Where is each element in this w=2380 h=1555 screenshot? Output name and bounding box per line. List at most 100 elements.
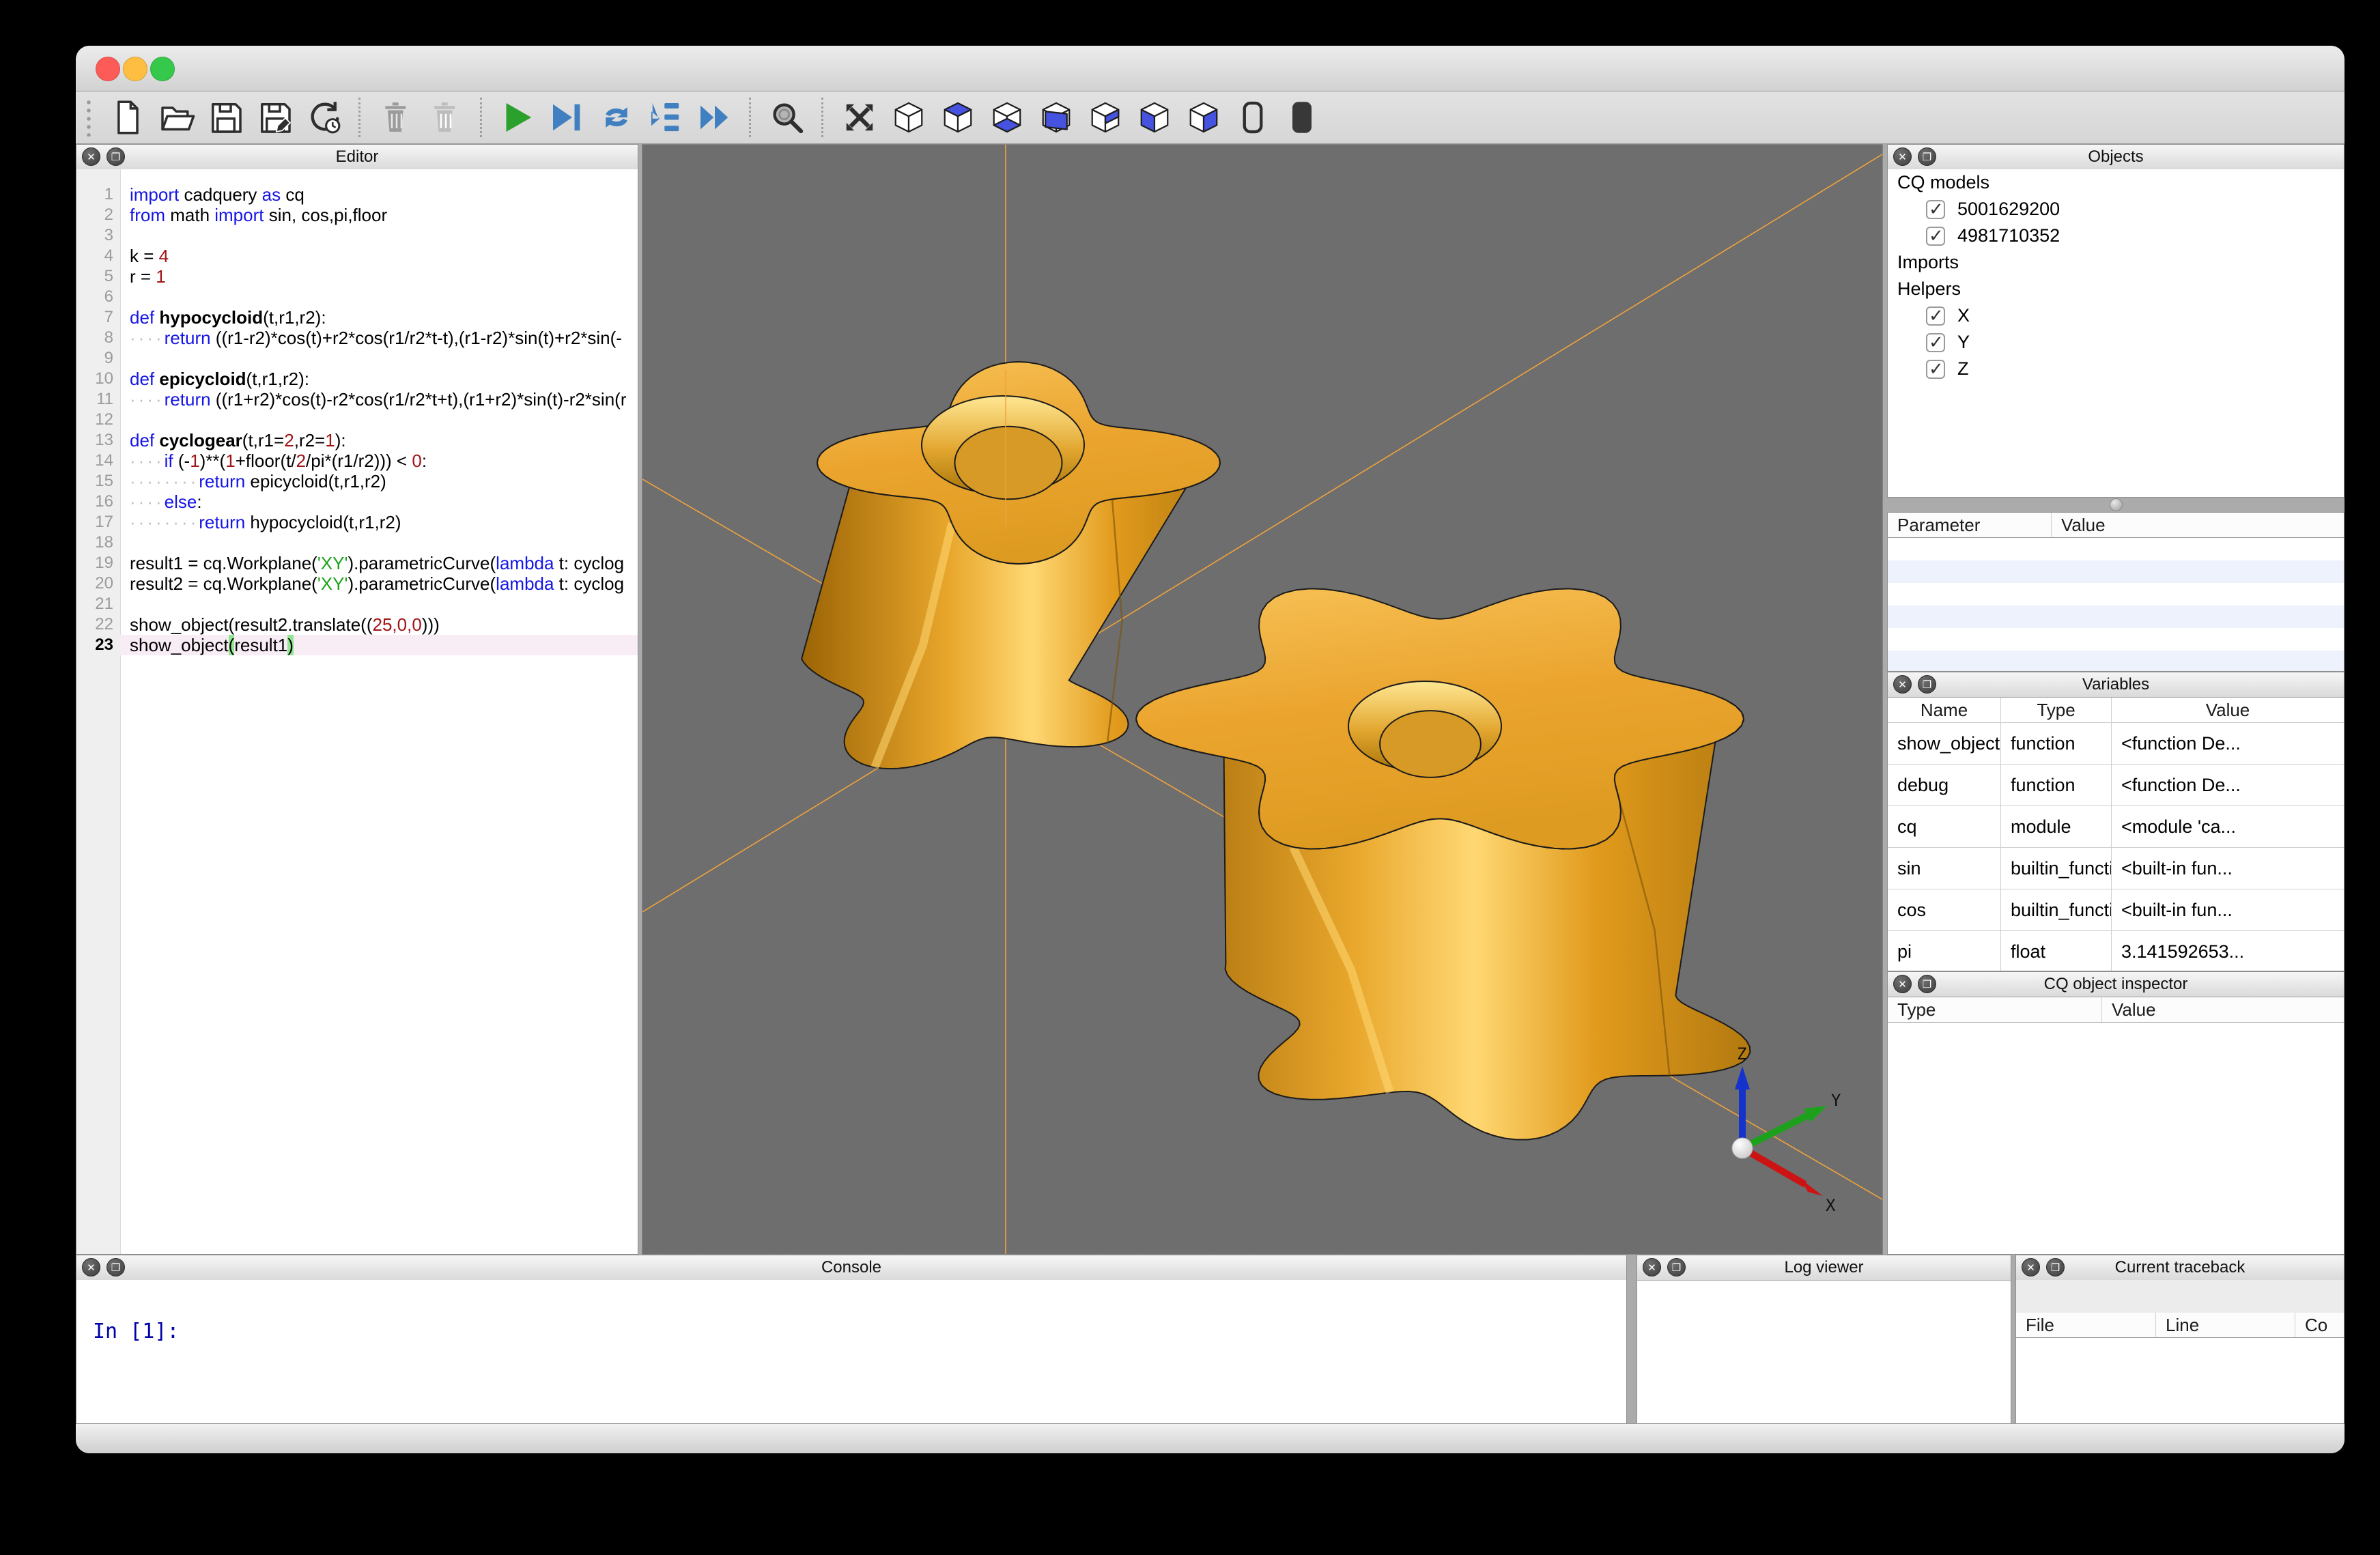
float-panel-icon[interactable]: ❐ <box>1667 1258 1686 1276</box>
float-panel-icon[interactable]: ❐ <box>2046 1258 2065 1276</box>
delete-all-button[interactable] <box>425 96 467 139</box>
view-bottom-button[interactable] <box>986 96 1028 139</box>
column-header[interactable]: Type <box>1888 997 2102 1022</box>
column-header[interactable]: Co <box>2295 1313 2344 1337</box>
new-file-button[interactable] <box>107 96 149 139</box>
view-iso-button[interactable] <box>888 96 930 139</box>
objects-tree[interactable]: CQ models50016292004981710352ImportsHelp… <box>1888 169 2344 497</box>
save-as-button[interactable] <box>254 96 296 139</box>
line-number: 18 <box>76 532 120 553</box>
table-row[interactable]: debugfunction<function De... <box>1888 765 2344 806</box>
visibility-checkbox[interactable] <box>1926 360 1945 379</box>
code-line: 12 <box>76 410 638 430</box>
status-bar <box>76 1423 2344 1453</box>
delete-model-button[interactable] <box>376 96 418 139</box>
line-number: 6 <box>76 287 120 307</box>
traceback-panel-titlebar: ✕ ❐ Current traceback <box>2016 1255 2344 1281</box>
close-panel-icon[interactable]: ✕ <box>1893 147 1912 166</box>
column-header[interactable]: Name <box>1888 698 2001 722</box>
close-window-button[interactable] <box>96 57 120 81</box>
table-row[interactable]: cqmodule<module 'ca... <box>1888 806 2344 848</box>
table-row <box>1888 651 2344 672</box>
zoom-window-button[interactable] <box>150 57 175 81</box>
console-panel-titlebar: ✕ ❐ Console <box>76 1255 1626 1281</box>
minimize-window-button[interactable] <box>123 57 147 81</box>
traceback-toolbar-area <box>2016 1280 2344 1313</box>
float-panel-icon[interactable]: ❐ <box>1918 147 1936 166</box>
close-panel-icon[interactable]: ✕ <box>2022 1258 2040 1276</box>
toolbar-drag-handle[interactable] <box>85 98 92 137</box>
code-line: 8····return ((r1-r2)*cos(t)+r2*cos(r1/r2… <box>76 328 638 348</box>
table-row[interactable]: sinbuiltin_functi...<built-in fun... <box>1888 848 2344 889</box>
tree-item[interactable]: Helpers <box>1888 276 2344 302</box>
open-file-button[interactable] <box>156 96 198 139</box>
column-header[interactable]: Value <box>2052 513 2344 537</box>
parameters-header: Parameter Value <box>1888 513 2344 538</box>
view-left-button[interactable] <box>1133 96 1176 139</box>
tree-item[interactable]: 5001629200 <box>1888 196 2344 223</box>
table-row[interactable]: pifloat3.141592653... <box>1888 931 2344 971</box>
svg-text:X: X <box>1826 1196 1836 1215</box>
fit-view-button[interactable] <box>766 96 808 139</box>
tree-item[interactable]: Z <box>1888 356 2344 382</box>
column-header[interactable]: File <box>2016 1313 2156 1337</box>
reload-button[interactable] <box>303 96 345 139</box>
code-line: 10def epicycloid(t,r1,r2): <box>76 369 638 389</box>
parameters-rows <box>1888 538 2344 672</box>
code-line: 19result1 = cq.Workplane('XY').parametri… <box>76 553 638 573</box>
table-row[interactable]: cosbuiltin_functi...<built-in fun... <box>1888 889 2344 931</box>
visibility-checkbox[interactable] <box>1926 200 1945 219</box>
view-shaded-button[interactable] <box>1281 96 1323 139</box>
column-header[interactable]: Line <box>2156 1313 2295 1337</box>
view-right-button[interactable] <box>1182 96 1225 139</box>
window-titlebar[interactable] <box>76 46 2344 91</box>
continue-button[interactable] <box>694 96 736 139</box>
visibility-checkbox[interactable] <box>1926 306 1945 326</box>
step-into-button[interactable] <box>644 96 687 139</box>
code-lines: 1import cadquery as cq2from math import … <box>76 184 638 655</box>
code-line: 7def hypocycloid(t,r1,r2): <box>76 307 638 328</box>
view-back-button[interactable] <box>1084 96 1127 139</box>
column-header[interactable]: Value <box>2102 997 2344 1022</box>
float-panel-icon[interactable]: ❐ <box>107 1258 125 1276</box>
close-panel-icon[interactable]: ✕ <box>82 1258 100 1276</box>
float-panel-icon[interactable]: ❐ <box>107 147 125 166</box>
line-number: 21 <box>76 594 120 614</box>
debug-button[interactable] <box>546 96 589 139</box>
toolbar-separator <box>821 98 825 137</box>
column-header[interactable]: Type <box>2001 698 2112 722</box>
tree-item[interactable]: Y <box>1888 329 2344 356</box>
close-panel-icon[interactable]: ✕ <box>1893 975 1912 993</box>
column-header[interactable]: Value <box>2112 698 2344 722</box>
editor-code[interactable]: 1import cadquery as cq2from math import … <box>76 169 638 1254</box>
view-front-button[interactable] <box>1035 96 1077 139</box>
tree-item[interactable]: Imports <box>1888 249 2344 276</box>
save-button[interactable] <box>205 96 247 139</box>
inspector-header: Type Value <box>1888 997 2344 1023</box>
console-input-area[interactable]: In [1]: <box>76 1280 1626 1423</box>
close-panel-icon[interactable]: ✕ <box>82 147 100 166</box>
fit-all-button[interactable] <box>838 96 881 139</box>
step-button[interactable] <box>595 96 638 139</box>
close-panel-icon[interactable]: ✕ <box>1643 1258 1661 1276</box>
line-number: 7 <box>76 307 120 328</box>
tree-item[interactable]: CQ models <box>1888 169 2344 196</box>
tree-item[interactable]: X <box>1888 302 2344 329</box>
parameters-table: Parameter Value <box>1887 512 2344 672</box>
variables-panel-titlebar: ✕ ❐ Variables <box>1888 672 2344 698</box>
tree-item[interactable]: 4981710352 <box>1888 223 2344 249</box>
float-panel-icon[interactable]: ❐ <box>1918 675 1936 694</box>
run-button[interactable] <box>497 96 539 139</box>
visibility-checkbox[interactable] <box>1926 333 1945 352</box>
splitter-handle-icon <box>2110 498 2123 511</box>
objects-splitter[interactable] <box>1887 498 2344 512</box>
column-header[interactable]: Parameter <box>1888 513 2052 537</box>
close-panel-icon[interactable]: ✕ <box>1893 675 1912 694</box>
code-line: 21 <box>76 594 638 614</box>
view-ortho-button[interactable] <box>1232 96 1274 139</box>
view-top-button[interactable] <box>937 96 979 139</box>
visibility-checkbox[interactable] <box>1926 227 1945 246</box>
table-row[interactable]: show_objectfunction<function De... <box>1888 723 2344 765</box>
float-panel-icon[interactable]: ❐ <box>1918 975 1936 993</box>
viewport-3d[interactable]: ZYX <box>642 144 1883 1255</box>
